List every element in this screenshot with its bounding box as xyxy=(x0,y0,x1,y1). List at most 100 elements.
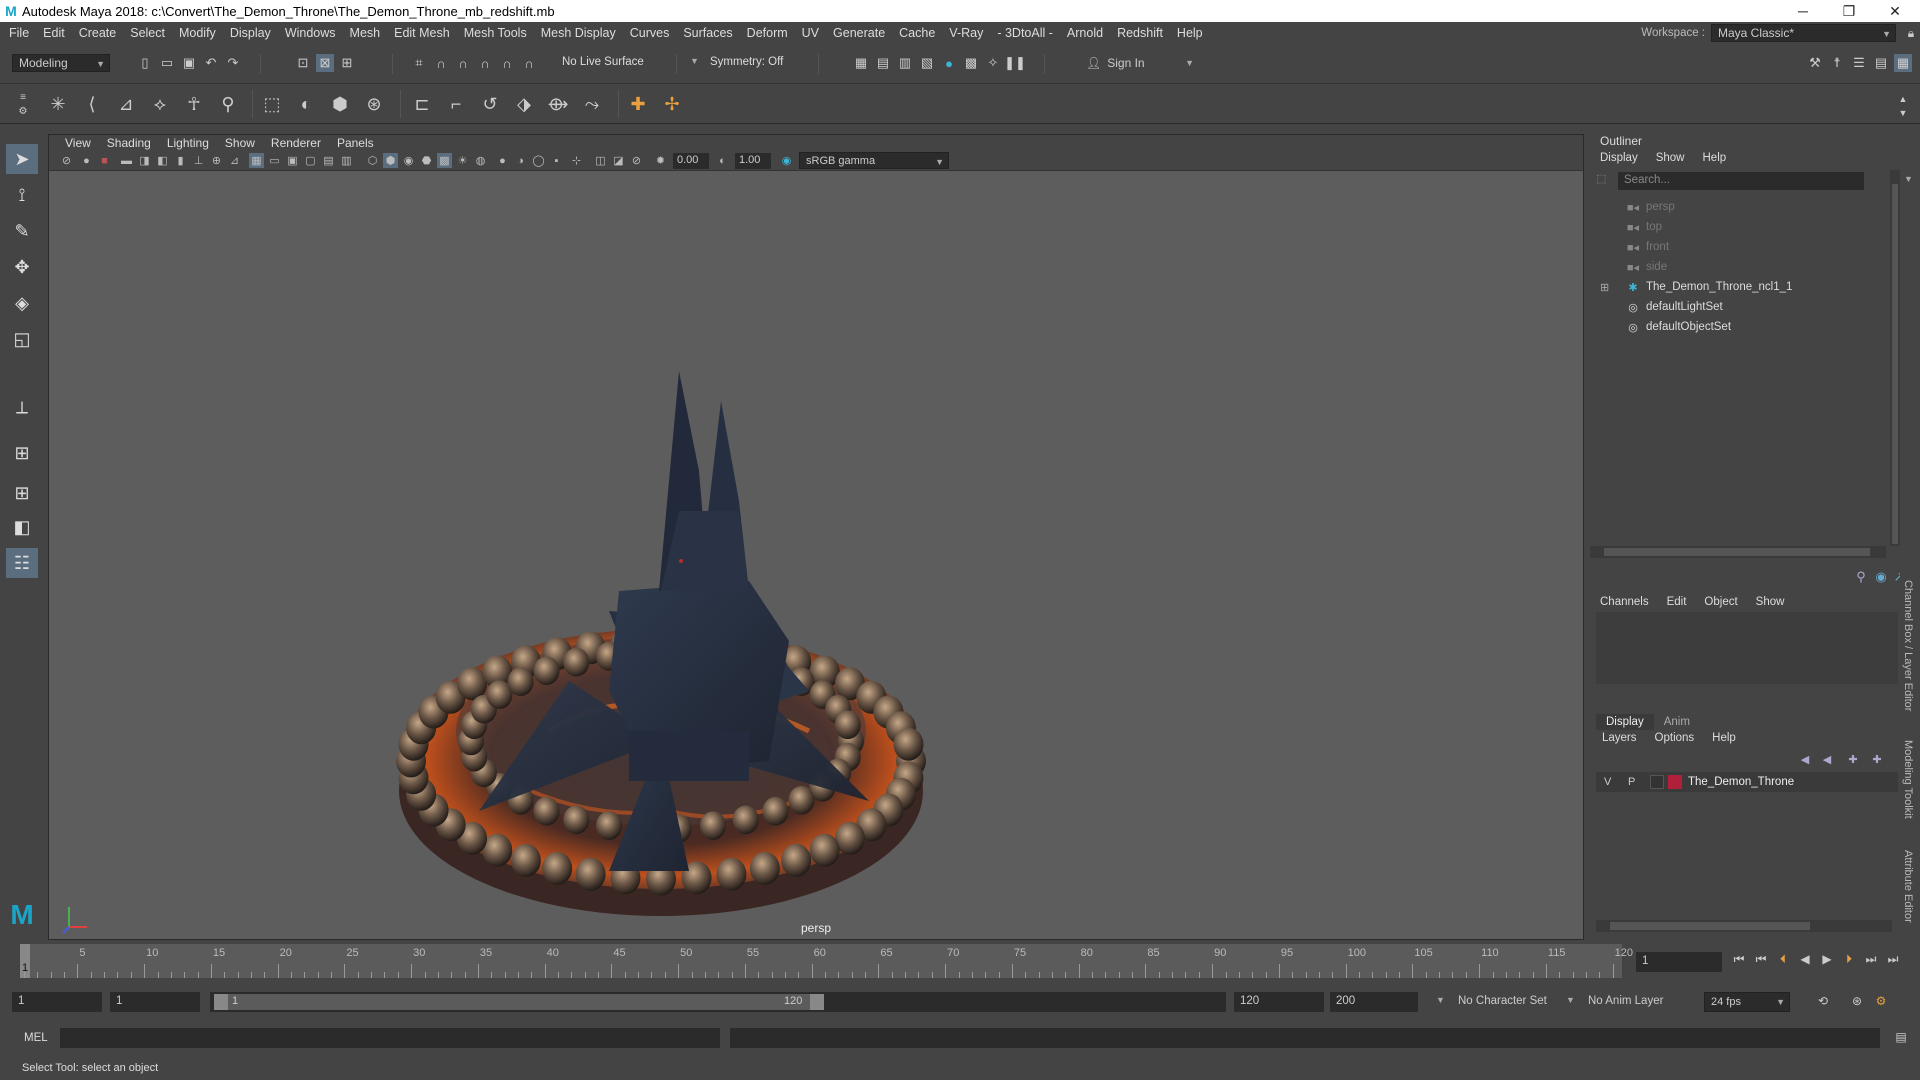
wireframe-on-shaded-icon[interactable]: ⬡ xyxy=(365,153,380,168)
layout-single-icon[interactable]: ⊞ xyxy=(6,438,38,468)
color-space-dropdown[interactable]: sRGB gamma ▼ xyxy=(799,152,949,169)
move-layer-down-icon[interactable]: ◀ xyxy=(1818,750,1836,768)
render-settings-icon[interactable]: ▧ xyxy=(918,54,936,72)
outliner-search-input[interactable]: Search... xyxy=(1618,172,1864,190)
menu-item[interactable]: Mesh Tools xyxy=(457,26,534,40)
fps-dropdown[interactable]: 24 fps ▼ xyxy=(1704,992,1790,1012)
auto-key-icon[interactable]: ⊛ xyxy=(1848,992,1866,1010)
render-sequence-icon[interactable]: ▩ xyxy=(962,54,980,72)
redshift-icon[interactable]: ✧ xyxy=(984,54,1002,72)
render-view-icon[interactable]: ▦ xyxy=(852,54,870,72)
cluster-icon[interactable]: ⊛ xyxy=(360,90,388,118)
select-tool-icon[interactable]: ➤ xyxy=(6,144,38,174)
current-frame-field[interactable]: 1 xyxy=(1636,952,1722,972)
snap-magnet-icon[interactable]: ∩ xyxy=(520,54,538,72)
snap-grid-icon[interactable]: ⌗ xyxy=(410,54,428,72)
menu-set-dropdown[interactable]: Modeling ▼ xyxy=(12,54,110,72)
smooth-bind-icon[interactable]: ◐ xyxy=(292,90,320,118)
menu-item[interactable]: Modify xyxy=(172,26,223,40)
save-scene-icon[interactable]: ▣ xyxy=(180,54,198,72)
scroll-down-icon[interactable]: ▼ xyxy=(1894,104,1912,122)
outliner-vscrollbar[interactable] xyxy=(1890,170,1900,546)
start-time-field[interactable]: 1 xyxy=(12,992,102,1012)
xray-components-icon[interactable]: ⊹ xyxy=(569,153,584,168)
camera-attributes-icon[interactable]: ● xyxy=(79,153,94,168)
shadows-icon[interactable]: ⬣ xyxy=(419,153,434,168)
playback-end-field[interactable]: 120 xyxy=(1234,992,1324,1012)
range-start-grip[interactable] xyxy=(214,994,228,1010)
channelbox-menu-item[interactable]: Channels xyxy=(1600,596,1649,608)
outliner-item[interactable]: ■◂ top xyxy=(1608,218,1662,236)
channel-lock-icon[interactable]: ◉ xyxy=(1872,568,1890,586)
constraint-point-icon[interactable]: ⌐ xyxy=(442,90,470,118)
xray-icon[interactable]: ◯ xyxy=(531,153,546,168)
menu-item[interactable]: Cache xyxy=(892,26,942,40)
shelf-gear-icon[interactable]: ⚙ xyxy=(14,102,32,120)
new-layer-selected-icon[interactable]: ✚ xyxy=(1868,750,1886,768)
gamma-icon[interactable]: ◐ xyxy=(715,153,730,168)
new-layer-icon[interactable]: ✚ xyxy=(1844,750,1862,768)
menu-item[interactable]: Mesh xyxy=(343,26,388,40)
command-input[interactable] xyxy=(60,1028,720,1048)
menu-item[interactable]: Mesh Display xyxy=(534,26,623,40)
menu-item[interactable]: Edit Mesh xyxy=(387,26,457,40)
tab-channel-box[interactable]: Channel Box / Layer Editor xyxy=(1902,580,1914,711)
textured-icon[interactable]: ⬢ xyxy=(383,153,398,168)
ik-handle-icon[interactable]: ⊿ xyxy=(112,90,140,118)
menu-item[interactable]: Surfaces xyxy=(676,26,739,40)
depth-of-field-icon[interactable]: ● xyxy=(495,153,510,168)
script-editor-icon[interactable]: ▤ xyxy=(1892,1028,1910,1046)
isolate-icon[interactable]: ◑ xyxy=(513,153,528,168)
grid-icon[interactable]: ▦ xyxy=(249,153,264,168)
sign-in-dropdown[interactable]: 👤︎ Sign In ▼ xyxy=(1080,54,1198,72)
hypershade-icon[interactable]: ● xyxy=(940,54,958,72)
remove-attribute-icon[interactable]: ✢ xyxy=(658,90,686,118)
tab-anim[interactable]: Anim xyxy=(1654,714,1700,730)
joint-icon[interactable]: ⟨ xyxy=(78,90,106,118)
scene-canvas[interactable]: persp xyxy=(49,171,1583,941)
layer-display-type[interactable] xyxy=(1650,775,1664,789)
move-tool-icon[interactable]: ✥ xyxy=(6,252,38,282)
safe-title-icon[interactable]: ▢ xyxy=(303,153,318,168)
outliner-menu-item[interactable]: Help xyxy=(1703,152,1727,164)
go-to-start-icon[interactable]: ⏮ xyxy=(1730,950,1748,968)
select-hierarchy-icon[interactable]: ⊡ xyxy=(294,54,312,72)
camera-select-icon[interactable]: ⊘ xyxy=(59,153,74,168)
color-management-icon[interactable]: ◉ xyxy=(779,153,794,168)
viewport-menu-item[interactable]: View xyxy=(57,136,99,150)
expand-icon[interactable]: ⊞ xyxy=(1600,281,1609,294)
exposure-icon[interactable]: ✹ xyxy=(653,153,668,168)
undo-icon[interactable]: ↶ xyxy=(202,54,220,72)
step-back-key-icon[interactable]: ⏮ xyxy=(1752,950,1770,968)
viewport-menu-item[interactable]: Lighting xyxy=(159,136,217,150)
lock-icon[interactable]: 🔒︎ xyxy=(1902,26,1920,41)
outliner-menu-item[interactable]: Display xyxy=(1600,152,1638,164)
outliner-item[interactable]: ■◂ persp xyxy=(1608,198,1675,216)
two-d-pan-icon[interactable]: ◨ xyxy=(137,153,152,168)
grid-toggle-icon[interactable]: ▮ xyxy=(173,153,188,168)
use-all-lights-icon[interactable]: ◉ xyxy=(401,153,416,168)
channelbox-area[interactable] xyxy=(1596,612,1898,684)
layer-editor-menu-item[interactable]: Help xyxy=(1712,732,1736,744)
locator-icon[interactable]: ✳ xyxy=(44,90,72,118)
gate-mask-icon[interactable]: ⊿ xyxy=(227,153,242,168)
anti-aliasing-icon[interactable]: ◍ xyxy=(473,153,488,168)
viewport-menu-item[interactable]: Panels xyxy=(329,136,382,150)
snap-surface-icon[interactable]: ∩ xyxy=(498,54,516,72)
character-set-label[interactable]: No Character Set xyxy=(1458,995,1547,1007)
wireframe-icon[interactable]: ▤ xyxy=(321,153,336,168)
scale-tool-icon[interactable]: ◱ xyxy=(6,324,38,354)
ipr-render-icon[interactable]: ▥ xyxy=(896,54,914,72)
motion-blur-icon[interactable]: ☀ xyxy=(455,153,470,168)
show-manipulator-icon[interactable]: ⟂ xyxy=(6,392,38,422)
attribute-editor-icon[interactable]: ☰ xyxy=(1850,54,1868,72)
loop-icon[interactable]: ⟲ xyxy=(1814,992,1832,1010)
live-surface-label[interactable]: No Live Surface xyxy=(562,56,644,68)
paint-select-icon[interactable]: ✎ xyxy=(6,216,38,246)
chevron-down-icon[interactable]: ▼ xyxy=(1436,995,1445,1005)
play-forwards-icon[interactable]: ▶ xyxy=(1818,950,1836,968)
pause-icon[interactable]: ❚❚ xyxy=(1004,54,1026,72)
channel-key-icon[interactable]: ⚲ xyxy=(1852,568,1870,586)
constraint-pole-icon[interactable]: ⤳ xyxy=(578,90,606,118)
menu-item[interactable]: Arnold xyxy=(1060,26,1110,40)
